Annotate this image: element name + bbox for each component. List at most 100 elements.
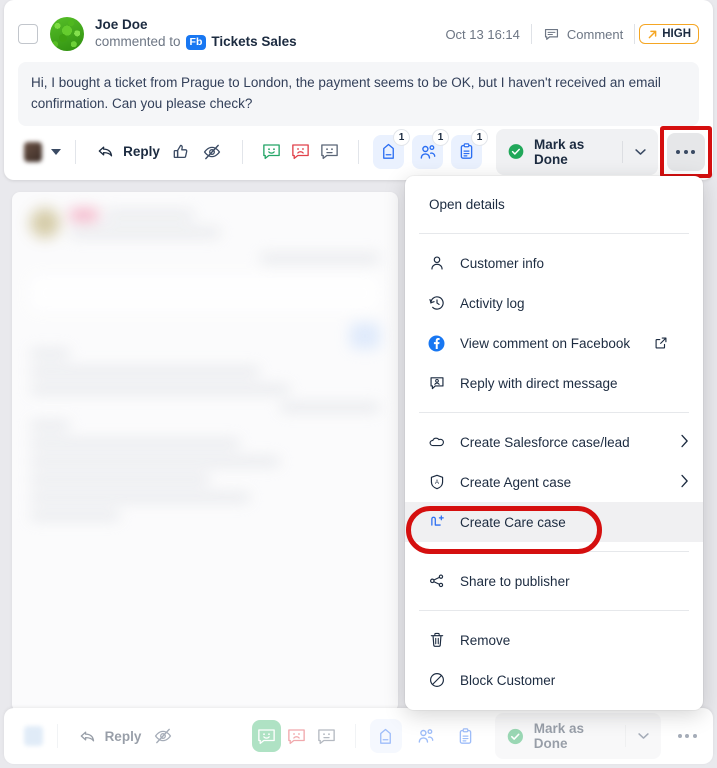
smile-bubble-icon: [263, 144, 280, 160]
menu-label: Customer info: [460, 255, 545, 271]
people-icon: [418, 729, 433, 743]
reply-arrow-icon: [80, 731, 94, 741]
kebab-dot-icon: [692, 734, 697, 738]
mark-as-done-group: Mark as Done: [495, 713, 661, 759]
care-case-icon: [427, 513, 446, 531]
agent-avatar[interactable]: [24, 726, 43, 746]
tags-button[interactable]: [370, 719, 402, 753]
menu-item-view-comment-on-facebook[interactable]: View comment on Facebook: [405, 323, 703, 363]
chevron-right-icon: [680, 434, 689, 451]
menu-item-activity-log[interactable]: Activity log: [405, 283, 703, 323]
arrow-up-right-icon: [648, 30, 657, 38]
kebab-dot-icon: [691, 149, 696, 154]
chevron-down-icon: [637, 733, 649, 739]
sentiment-positive-button[interactable]: [257, 136, 286, 168]
tags-button[interactable]: 1: [373, 128, 411, 169]
menu-label: Remove: [460, 632, 511, 648]
agent-select-caret-icon[interactable]: [51, 148, 62, 155]
reply-button[interactable]: Reply: [72, 723, 148, 750]
menu-item-create-care-case[interactable]: Create Care case: [405, 502, 703, 542]
comment-icon: [544, 28, 558, 40]
mark-as-done-dropdown[interactable]: [626, 732, 661, 740]
history-clock-icon: [427, 294, 446, 312]
notes-button[interactable]: [449, 719, 481, 753]
menu-item-create-salesforce-case[interactable]: Create Salesforce case/lead: [405, 422, 703, 462]
menu-item-reply-with-direct-message[interactable]: Reply with direct message: [405, 363, 703, 403]
action-text: commented to: [95, 34, 181, 49]
author-name: Joe Doe: [95, 17, 148, 33]
sentiment-negative-button[interactable]: [281, 720, 311, 752]
check-circle-icon: [508, 144, 524, 160]
trash-icon: [427, 631, 446, 649]
sentiment-negative-button[interactable]: [286, 136, 315, 168]
reply-button[interactable]: Reply: [90, 138, 166, 165]
mark-as-done-button[interactable]: Mark as Done: [495, 713, 625, 759]
clipboard-icon: [459, 727, 471, 744]
frown-bubble-icon: [288, 728, 305, 744]
kebab-dot-icon: [683, 149, 688, 154]
menu-label: Open details: [429, 196, 505, 212]
external-link-icon: [654, 336, 668, 350]
assignees-button[interactable]: [410, 719, 442, 753]
menu-label: Block Customer: [460, 672, 556, 688]
menu-item-share-to-publisher[interactable]: Share to publisher: [405, 561, 703, 601]
menu-item-create-agent-case[interactable]: A Create Agent case: [405, 462, 703, 502]
message-type: Comment: [532, 26, 634, 43]
menu-divider: [419, 233, 689, 234]
sentiment-neutral-button[interactable]: [311, 720, 341, 752]
divider: [634, 24, 636, 44]
divider: [241, 139, 243, 164]
menu-divider: [419, 551, 689, 552]
menu-label: Create Salesforce case/lead: [460, 434, 630, 450]
kebab-dot-icon: [685, 734, 690, 738]
select-conversation-checkbox[interactable]: [18, 24, 38, 44]
like-button[interactable]: [166, 135, 197, 169]
mark-as-done-button[interactable]: Mark as Done: [496, 129, 622, 175]
kebab-dot-icon: [676, 149, 681, 154]
bottom-toolbar: Reply Mark as Done: [4, 708, 713, 764]
priority-badge[interactable]: HIGH: [639, 24, 699, 44]
divider: [56, 724, 58, 748]
notes-button[interactable]: 1: [451, 128, 489, 169]
menu-item-remove[interactable]: Remove: [405, 620, 703, 660]
mark-as-done-label: Mark as Done: [533, 136, 585, 167]
assignees-button[interactable]: 1: [412, 128, 450, 169]
mark-as-done-dropdown[interactable]: [623, 148, 658, 156]
conversation-name: Tickets Sales: [211, 34, 297, 49]
conversation-card: Joe Doe commented to Fb Tickets Sales Oc…: [4, 0, 713, 180]
menu-label: Activity log: [460, 295, 525, 311]
timestamp: Oct 13 16:14: [445, 26, 520, 42]
menu-item-open-details[interactable]: Open details: [405, 184, 703, 224]
hide-comment-button[interactable]: [197, 135, 228, 169]
more-actions-button[interactable]: [666, 132, 705, 171]
conversation-view: Joe Doe commented to Fb Tickets Sales Oc…: [0, 0, 717, 768]
sentiment-neutral-button[interactable]: [315, 136, 344, 168]
tag-icon: [383, 144, 395, 160]
menu-label: Create Care case: [460, 514, 566, 530]
agent-avatar[interactable]: [24, 141, 43, 162]
neutral-bubble-icon: [317, 728, 335, 744]
frown-bubble-icon: [292, 144, 309, 160]
hide-comment-button[interactable]: [147, 719, 179, 753]
menu-label: Share to publisher: [460, 573, 570, 589]
chevron-down-icon: [635, 149, 646, 155]
share-icon: [427, 572, 446, 590]
people-icon: [420, 144, 435, 159]
kebab-dot-icon: [677, 734, 682, 738]
salesforce-cloud-icon: [427, 433, 446, 452]
assignee-count-badge: 1: [432, 128, 450, 146]
eye-hidden-icon: [154, 728, 172, 744]
smile-bubble-icon: [258, 728, 275, 744]
reply-arrow-icon: [98, 146, 113, 157]
menu-label: Reply with direct message: [460, 375, 618, 391]
menu-item-block-customer[interactable]: Block Customer: [405, 660, 703, 700]
sentiment-positive-button[interactable]: [251, 720, 282, 752]
menu-item-customer-info[interactable]: Customer info: [405, 243, 703, 283]
svg-text:A: A: [435, 480, 439, 486]
thumbs-up-icon: [174, 144, 188, 158]
reply-label: Reply: [123, 144, 160, 160]
divider: [355, 724, 357, 748]
background-content-panel: [12, 192, 398, 712]
menu-label: View comment on Facebook: [460, 335, 631, 351]
more-actions-button[interactable]: [670, 717, 705, 755]
